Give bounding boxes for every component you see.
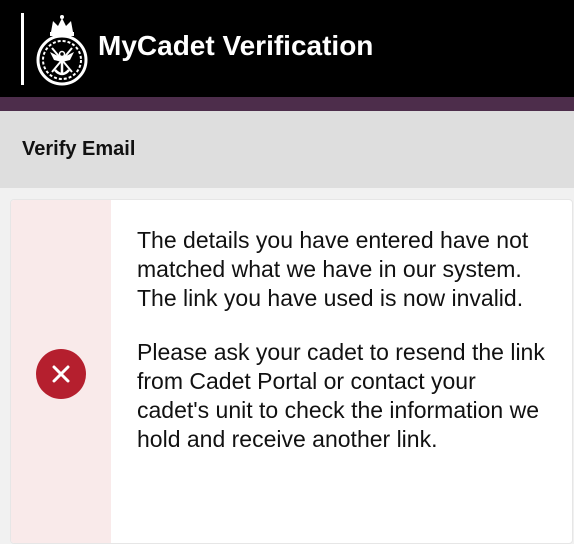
mod-crest-icon: [34, 12, 90, 86]
page-title: Verify Email: [22, 138, 136, 160]
alert-message-instructions: Please ask your cadet to resend the link…: [137, 339, 545, 452]
error-x-icon: [36, 349, 86, 399]
alert-message-details: The details you have entered have not ma…: [137, 227, 529, 311]
error-alert: The details you have entered have not ma…: [10, 199, 573, 544]
accent-band: [0, 97, 574, 111]
app-title: MyCadet Verification: [98, 30, 374, 61]
app-header: MyCadet Verification: [0, 0, 574, 97]
alert-message: The details you have entered have not ma…: [137, 226, 547, 479]
header-divider: [21, 13, 24, 85]
